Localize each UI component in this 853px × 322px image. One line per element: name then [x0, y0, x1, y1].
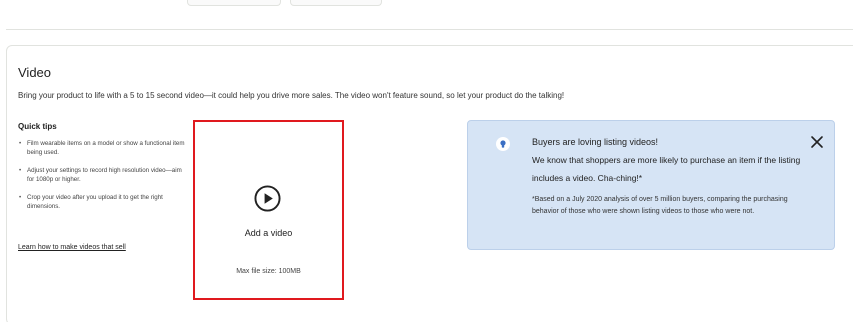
learn-more-link[interactable]: Learn how to make videos that sell	[18, 244, 126, 251]
quick-tip-item: Crop your video after you upload it to g…	[18, 193, 188, 211]
previous-section-button[interactable]	[290, 0, 382, 6]
banner-title: Buyers are loving listing videos!	[532, 137, 659, 147]
previous-section-edge	[0, 0, 853, 30]
add-video-button[interactable]: Add a video Max file size: 100MB	[193, 120, 344, 300]
banner-body: We know that shoppers are more likely to…	[532, 155, 801, 183]
lightbulb-icon	[496, 137, 510, 151]
quick-tips-list: Film wearable items on a model or show a…	[18, 139, 188, 220]
info-banner: Buyers are loving listing videos! We kno…	[467, 120, 835, 250]
quick-tips-title: Quick tips	[18, 122, 57, 131]
previous-section-button[interactable]	[187, 0, 281, 6]
max-file-size-text: Max file size: 100MB	[236, 268, 301, 275]
close-icon[interactable]	[810, 135, 824, 149]
banner-footnote: *Based on a July 2020 analysis of over 5…	[532, 196, 788, 215]
play-circle-icon	[254, 185, 281, 212]
section-title: Video	[18, 65, 52, 80]
add-video-label: Add a video	[244, 228, 293, 238]
section-divider	[6, 29, 853, 30]
section-subtitle: Bring your product to life with a 5 to 1…	[18, 91, 565, 100]
quick-tip-item: Adjust your settings to record high reso…	[18, 166, 188, 184]
quick-tip-item: Film wearable items on a model or show a…	[18, 139, 188, 157]
